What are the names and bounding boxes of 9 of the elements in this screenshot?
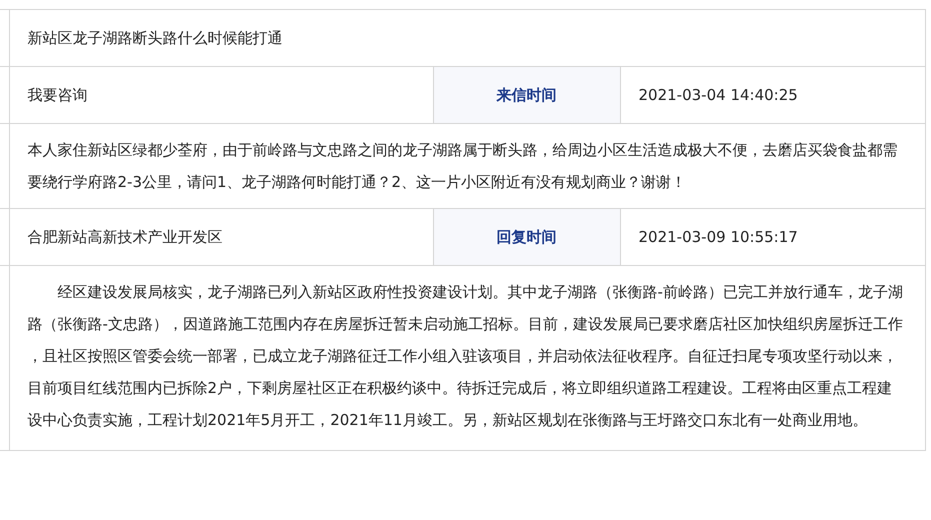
letter-time: 2021-03-04 14:40:25 xyxy=(620,66,926,124)
reply-department: 合肥新站高新技术产业开发区 xyxy=(9,208,433,266)
reply-time: 2021-03-09 10:55:17 xyxy=(620,208,926,266)
field-label: 回复时间 xyxy=(433,208,620,266)
letter-type: 我要咨询 xyxy=(9,66,433,124)
letter-title: 新站区龙子湖路断头路什么时候能打通 xyxy=(9,10,926,66)
field-label: 来信时间 xyxy=(433,66,620,124)
reply-content: 经区建设发展局核实，龙子湖路已列入新站区政府性投资建设计划。其中龙子湖路（张衡路-前岭路）已完工并放行通车，龙子湖路（张衡路-文忠路），因道路施工范围内存在房屋拆迁暂未启动施工招标。目前，建设发展局已要求磨店社区加快组织房屋拆迁工作，且社区按照区管委会统一部署，已成立龙子湖路征迁工作小组入驻该项目，并启动依法征收程序。自征迁扫尾专项攻坚行动以来，目前项目红线范围内已拆除2户，下剩房屋社区正在积极约谈中。待拆迁完成后，将立即组织道路工程建设。工程将由区重点工程建设中心负责实施，工程计划2021年5月开工，2021年11月竣工。另，新站区规划在张衡路与王圩路交口东北有一处商业用地。 xyxy=(9,266,926,450)
letter-content: 本人家住新站区绿都少荃府，由于前岭路与文忠路之间的龙子湖路属于断头路，给周边小区生活造成极大不便，去磨店买袋食盐都需要绕行学府路2-3公里，请问1、龙子湖路何时能打通？2、这一片小区附近有没有规划商业？谢谢！ xyxy=(9,124,926,208)
